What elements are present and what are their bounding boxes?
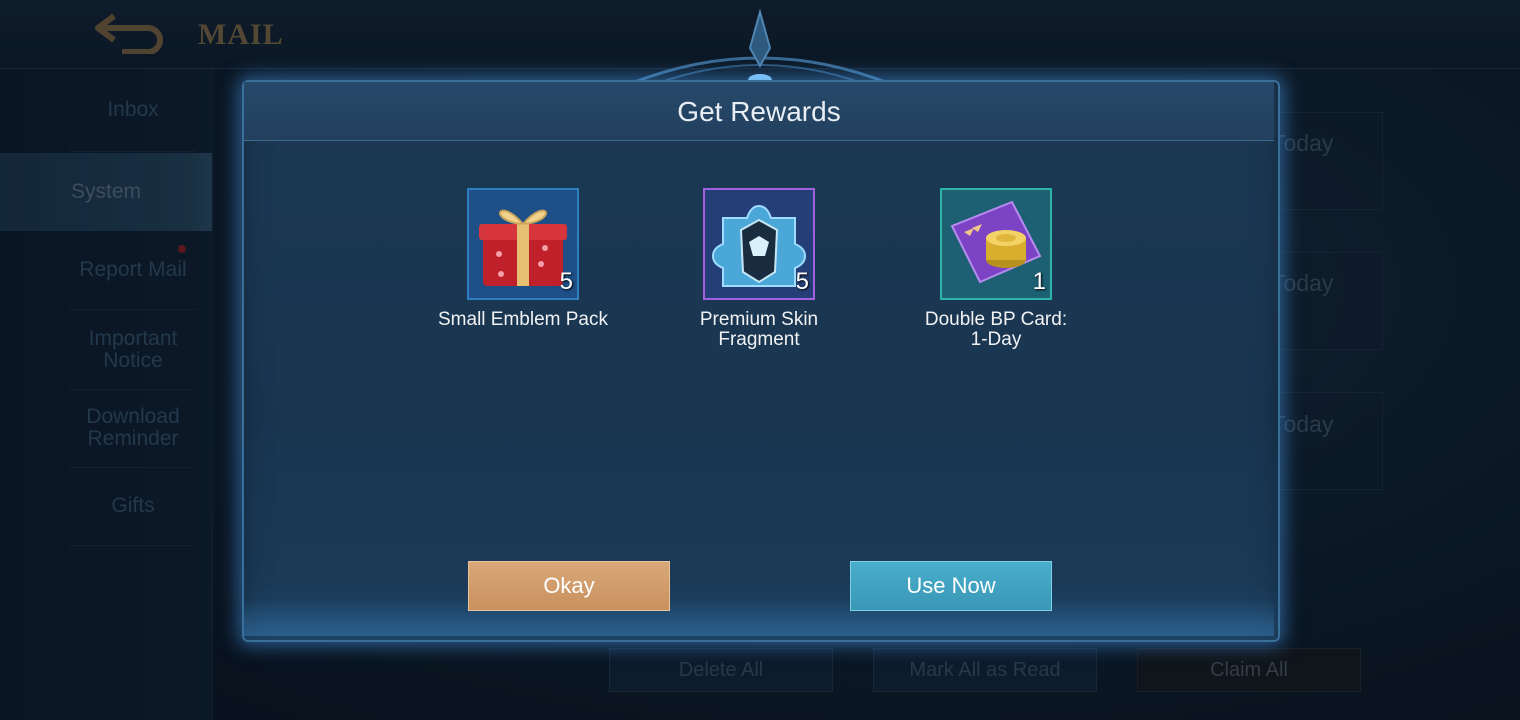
rewards-dialog: Get Rewards xyxy=(232,76,1286,642)
dialog-title: Get Rewards xyxy=(677,96,841,127)
dialog-glow xyxy=(244,600,1274,636)
reward-item: 5 Small Emblem Pack xyxy=(423,188,623,330)
reward-slot[interactable]: 1 xyxy=(940,188,1052,300)
okay-button[interactable]: Okay xyxy=(468,561,670,611)
reward-name: Premium Skin Fragment xyxy=(699,309,819,350)
use-now-button[interactable]: Use Now xyxy=(850,561,1052,611)
reward-quantity: 5 xyxy=(559,268,573,295)
mail-screen: MAIL Inbox System Report Mail Important … xyxy=(0,0,1520,720)
reward-name: Double BP Card: 1-Day xyxy=(924,309,1068,350)
reward-name: Small Emblem Pack xyxy=(438,309,608,330)
reward-quantity: 5 xyxy=(795,268,809,295)
reward-item: 5 Premium Skin Fragment xyxy=(659,188,859,350)
dialog-frame xyxy=(242,80,1280,642)
reward-slot[interactable]: 5 xyxy=(703,188,815,300)
reward-item: 1 Double BP Card: 1-Day xyxy=(896,188,1096,350)
reward-quantity: 1 xyxy=(1032,268,1046,295)
reward-slot[interactable]: 5 xyxy=(467,188,579,300)
